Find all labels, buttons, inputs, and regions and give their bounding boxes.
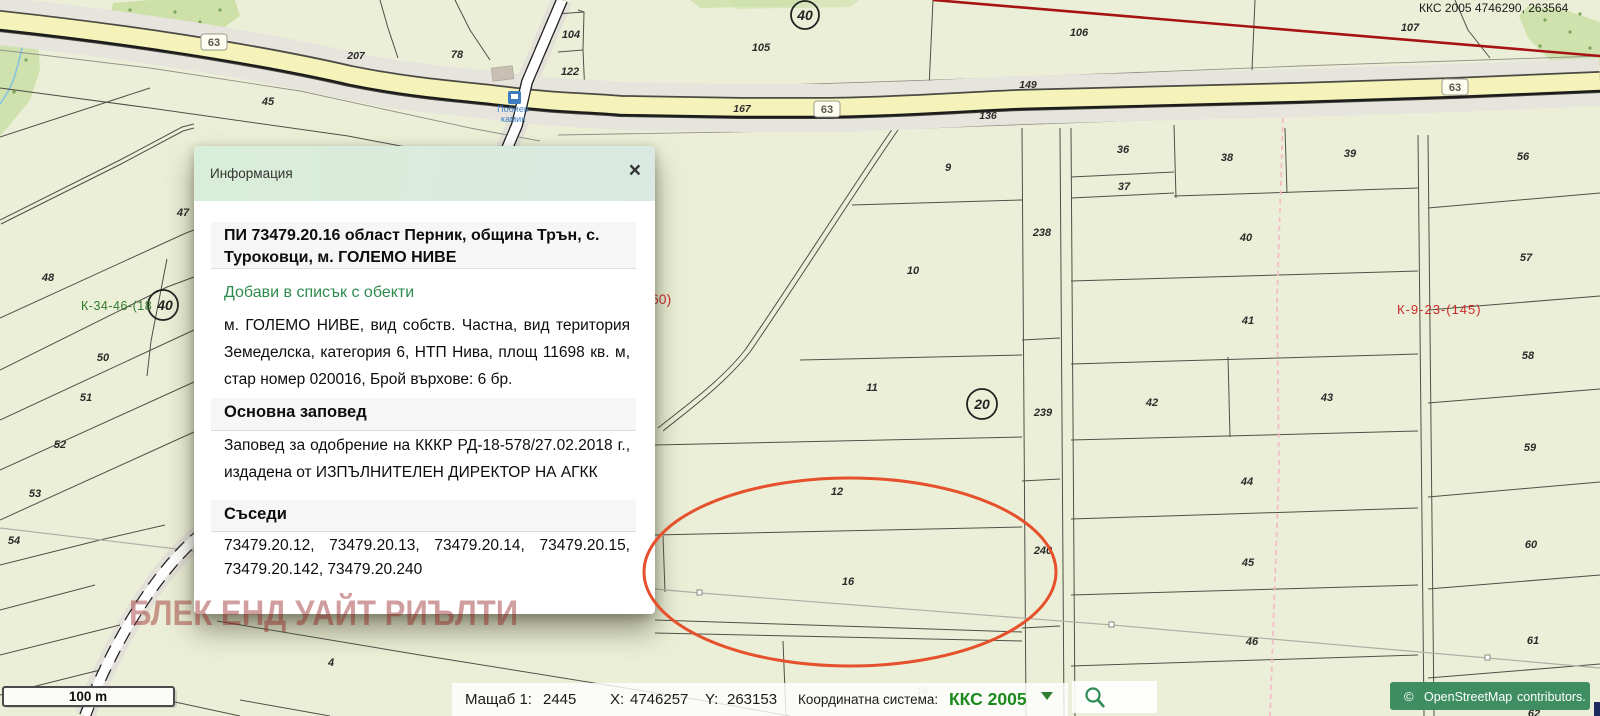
svg-text:207: 207 xyxy=(346,50,366,62)
svg-text:48: 48 xyxy=(41,272,55,284)
svg-text:107: 107 xyxy=(1401,22,1420,34)
svg-text:60: 60 xyxy=(1525,539,1538,551)
svg-text:63: 63 xyxy=(821,104,833,116)
svg-text:10: 10 xyxy=(907,265,920,277)
svg-text:63: 63 xyxy=(1449,82,1461,94)
svg-text:40: 40 xyxy=(796,7,813,23)
svg-text:58: 58 xyxy=(1522,350,1535,362)
svg-text:39: 39 xyxy=(1344,148,1357,160)
svg-text:106: 106 xyxy=(1070,27,1089,39)
svg-text:54: 54 xyxy=(8,535,20,547)
svg-text:42: 42 xyxy=(1145,397,1158,409)
svg-text:239: 239 xyxy=(1033,407,1053,419)
svg-text:37: 37 xyxy=(1118,181,1131,193)
svg-text:149: 149 xyxy=(1019,79,1037,91)
svg-text:ККС 2005: ККС 2005 xyxy=(949,689,1027,709)
svg-text:57: 57 xyxy=(1520,252,1533,264)
svg-text:51: 51 xyxy=(80,392,92,404)
svg-text:52: 52 xyxy=(54,439,66,451)
svg-text:20: 20 xyxy=(973,396,990,412)
svg-text:238: 238 xyxy=(1032,227,1052,239)
svg-text:16: 16 xyxy=(842,576,855,588)
svg-text:63: 63 xyxy=(208,37,220,49)
svg-text:ККС 2005 4746290, 263564: ККС 2005 4746290, 263564 xyxy=(1419,1,1569,15)
svg-text:40: 40 xyxy=(156,297,173,313)
svg-text:Мащаб 1:: Мащаб 1: xyxy=(465,691,532,708)
svg-text:263153: 263153 xyxy=(727,691,777,708)
svg-text:122: 122 xyxy=(561,66,579,78)
svg-text:45: 45 xyxy=(1241,557,1255,569)
svg-text:contributors.: contributors. xyxy=(1517,690,1586,704)
svg-text:104: 104 xyxy=(562,29,580,41)
svg-text:45: 45 xyxy=(261,96,275,108)
svg-text:OpenStreetMap: OpenStreetMap xyxy=(1424,690,1512,704)
svg-text:44: 44 xyxy=(1240,476,1253,488)
svg-text:Координатна система:: Координатна система: xyxy=(798,692,938,707)
svg-text:4746257: 4746257 xyxy=(630,691,688,708)
svg-text:К-34-46-(18: К-34-46-(18 xyxy=(81,299,152,313)
svg-text:53: 53 xyxy=(29,488,41,500)
svg-text:©: © xyxy=(1404,689,1414,704)
svg-text:43: 43 xyxy=(1320,392,1333,404)
svg-text:38: 38 xyxy=(1221,152,1234,164)
svg-text:11: 11 xyxy=(866,382,877,394)
svg-text:61: 61 xyxy=(1527,635,1539,647)
svg-text:2445: 2445 xyxy=(543,691,576,708)
svg-text:X:: X: xyxy=(610,691,624,708)
svg-text:56: 56 xyxy=(1517,151,1530,163)
svg-text:Y:: Y: xyxy=(705,691,718,708)
svg-text:9: 9 xyxy=(945,162,952,174)
svg-text:105: 105 xyxy=(752,42,771,54)
svg-text:50: 50 xyxy=(97,352,110,364)
svg-text:59: 59 xyxy=(1524,442,1537,454)
svg-text:46: 46 xyxy=(1245,636,1259,648)
svg-text:40: 40 xyxy=(1239,232,1253,244)
svg-text:240: 240 xyxy=(1033,545,1053,557)
svg-text:К-9-23-(145): К-9-23-(145) xyxy=(1397,302,1482,317)
svg-text:36: 36 xyxy=(1117,144,1130,156)
svg-text:4: 4 xyxy=(327,657,334,669)
svg-text:136: 136 xyxy=(979,110,997,122)
svg-text:41: 41 xyxy=(1241,315,1254,327)
svg-text:Побиен: Побиен xyxy=(497,104,529,114)
svg-text:167: 167 xyxy=(733,103,752,115)
svg-text:камик: камик xyxy=(501,114,525,124)
svg-text:78: 78 xyxy=(451,49,464,61)
svg-text:100 m: 100 m xyxy=(69,689,107,704)
svg-text:47: 47 xyxy=(176,207,190,219)
svg-text:12: 12 xyxy=(831,486,843,498)
